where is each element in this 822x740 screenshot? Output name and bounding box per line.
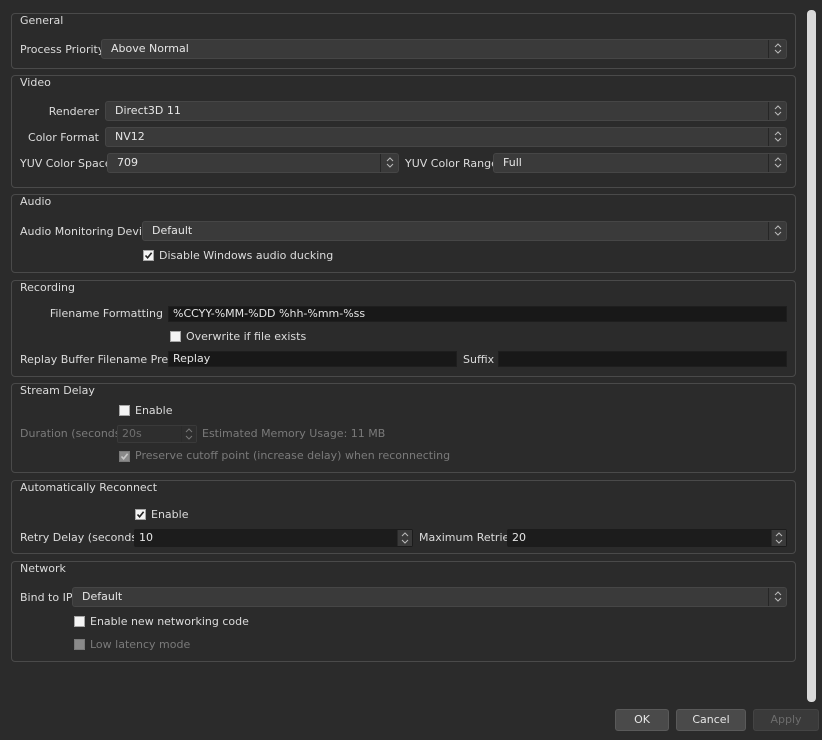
checkmark-icon — [120, 453, 129, 461]
yuv-color-range-label: YUV Color Range — [405, 157, 498, 170]
yuv-color-space-value: 709 — [117, 156, 138, 169]
process-priority-label: Process Priority — [20, 43, 105, 56]
retry-delay-label: Retry Delay (seconds) — [20, 531, 142, 544]
duration-spinbox: 20s — [117, 425, 197, 443]
apply-button: Apply — [753, 709, 819, 731]
retry-delay-spinbox[interactable]: 10 — [134, 529, 413, 547]
group-title-recording: Recording — [20, 281, 76, 294]
process-priority-value: Above Normal — [111, 42, 189, 55]
retry-delay-value: 10 — [139, 531, 153, 544]
filename-formatting-label: Filename Formatting — [49, 307, 163, 320]
yuv-color-space-select[interactable]: 709 — [107, 153, 399, 173]
audio-monitoring-value: Default — [152, 224, 193, 237]
preserve-cutoff-label: Preserve cutoff point (increase delay) w… — [135, 449, 451, 462]
yuv-color-range-value: Full — [503, 156, 522, 169]
process-priority-select[interactable]: Above Normal — [101, 39, 787, 59]
filename-formatting-input[interactable]: %CCYY-%MM-%DD %hh-%mm-%ss — [168, 306, 787, 322]
renderer-label: Renderer — [48, 105, 99, 118]
spin-up-down-icon[interactable] — [397, 530, 412, 546]
replay-prefix-label: Replay Buffer Filename Prefix — [20, 353, 182, 366]
max-retries-value: 20 — [512, 531, 526, 544]
chevron-up-down-icon — [768, 222, 786, 240]
chevron-up-down-icon — [380, 154, 398, 172]
audio-monitoring-label: Audio Monitoring Device — [20, 225, 155, 238]
group-title-audio: Audio — [20, 195, 52, 208]
bind-ip-select[interactable]: Default — [72, 587, 787, 607]
low-latency-checkbox — [74, 639, 85, 650]
reconnect-enable-label[interactable]: Enable — [151, 507, 188, 523]
chevron-up-down-icon — [768, 588, 786, 606]
suffix-label: Suffix — [463, 353, 495, 366]
memory-usage-label: Estimated Memory Usage: 11 MB — [202, 427, 386, 440]
ok-button[interactable]: OK — [615, 709, 669, 731]
group-title-reconnect: Automatically Reconnect — [20, 481, 158, 494]
chevron-up-down-icon — [768, 40, 786, 58]
duration-label: Duration (seconds) — [20, 427, 125, 440]
new-networking-checkbox[interactable] — [74, 616, 85, 627]
color-format-select[interactable]: NV12 — [105, 127, 787, 147]
chevron-up-down-icon — [768, 102, 786, 120]
replay-prefix-input[interactable]: Replay — [168, 351, 457, 367]
suffix-input[interactable] — [498, 351, 787, 367]
max-retries-spinbox[interactable]: 20 — [507, 529, 787, 547]
color-format-value: NV12 — [115, 130, 145, 143]
renderer-select[interactable]: Direct3D 11 — [105, 101, 787, 121]
group-title-network: Network — [20, 562, 66, 575]
checkmark-icon — [136, 511, 145, 519]
disable-ducking-checkbox[interactable] — [143, 250, 154, 261]
duration-value: 20s — [122, 427, 142, 440]
max-retries-label: Maximum Retries — [419, 531, 516, 544]
spin-up-down-icon — [181, 426, 196, 442]
yuv-color-range-select[interactable]: Full — [493, 153, 787, 173]
low-latency-label: Low latency mode — [90, 638, 191, 651]
vertical-scrollbar[interactable] — [807, 10, 816, 702]
checkmark-icon — [144, 252, 153, 260]
overwrite-checkbox[interactable] — [170, 331, 181, 342]
group-title-video: Video — [20, 76, 51, 89]
chevron-up-down-icon — [768, 154, 786, 172]
bind-ip-value: Default — [82, 590, 123, 603]
color-format-label: Color Format — [28, 131, 99, 144]
yuv-color-space-label: YUV Color Space — [20, 157, 112, 170]
renderer-value: Direct3D 11 — [115, 104, 181, 117]
reconnect-enable-checkbox[interactable] — [135, 509, 146, 520]
disable-ducking-label[interactable]: Disable Windows audio ducking — [159, 248, 333, 264]
new-networking-label[interactable]: Enable new networking code — [90, 614, 249, 630]
chevron-up-down-icon — [768, 128, 786, 146]
overwrite-label[interactable]: Overwrite if file exists — [186, 329, 306, 345]
audio-monitoring-select[interactable]: Default — [142, 221, 787, 241]
preserve-cutoff-checkbox — [119, 451, 130, 462]
group-title-general: General — [20, 14, 64, 27]
bind-ip-label: Bind to IP — [20, 591, 73, 604]
stream-delay-enable-label[interactable]: Enable — [135, 403, 172, 419]
group-title-stream-delay: Stream Delay — [20, 384, 95, 397]
cancel-button[interactable]: Cancel — [676, 709, 746, 731]
stream-delay-enable-checkbox[interactable] — [119, 405, 130, 416]
spin-up-down-icon[interactable] — [771, 530, 786, 546]
